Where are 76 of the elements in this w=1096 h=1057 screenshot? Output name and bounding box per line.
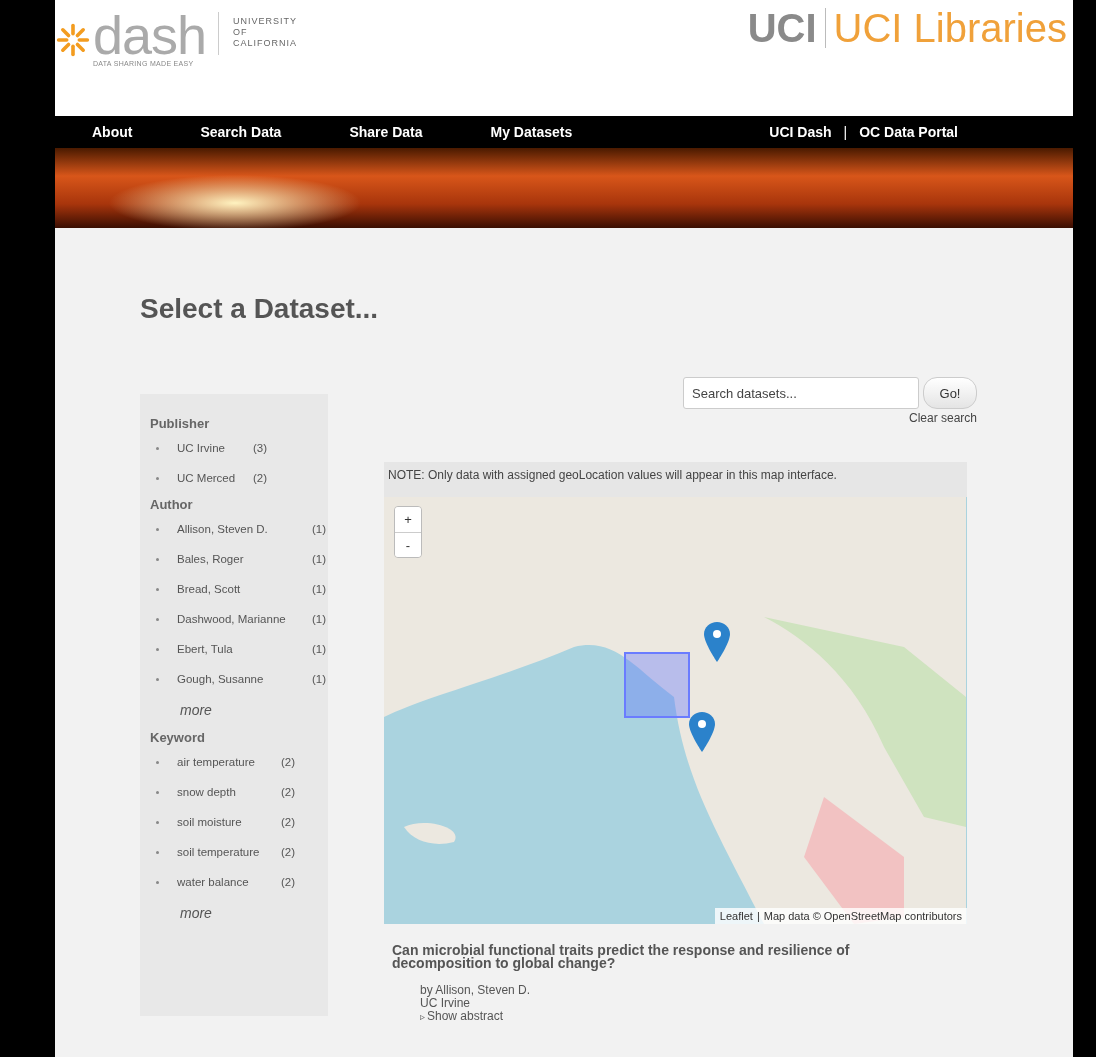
- dataset-title-link[interactable]: Can microbial functional traits predict the response and resilience of decomposition to global change?: [392, 944, 952, 970]
- facet-count: (1): [312, 673, 327, 685]
- bullet-icon: [156, 647, 159, 651]
- bullet-icon: [156, 446, 159, 450]
- facet-link[interactable]: snow depth: [177, 786, 281, 798]
- facet-count: (1): [312, 523, 327, 535]
- nav-link[interactable]: My Datasets: [490, 124, 573, 140]
- selection-rectangle: [624, 652, 690, 718]
- bullet-icon: [156, 617, 159, 621]
- bullet-icon: [156, 557, 159, 561]
- show-abstract-link[interactable]: Show abstract: [427, 1010, 504, 1023]
- facet-link[interactable]: Ebert, Tula: [177, 643, 312, 655]
- facet-count: (1): [312, 583, 327, 595]
- expand-arrow-icon: ▹: [420, 1010, 425, 1023]
- facet-link[interactable]: Bales, Roger: [177, 553, 312, 565]
- logo-wordmark: dash: [93, 10, 207, 60]
- facet-link[interactable]: soil moisture: [177, 816, 281, 828]
- dataset-author: by Allison, Steven D.: [420, 984, 532, 997]
- nav-link[interactable]: OC Data Portal: [859, 124, 958, 140]
- map-marker-icon[interactable]: [689, 712, 715, 752]
- bullet-icon: [156, 587, 159, 591]
- facet-link[interactable]: Dashwood, Marianne: [177, 613, 312, 625]
- facet-heading: Keyword: [150, 730, 206, 745]
- facet-link[interactable]: air temperature: [177, 756, 281, 768]
- facet-count: (1): [312, 553, 327, 565]
- facet-count: (2): [281, 786, 296, 798]
- bullet-icon: [156, 760, 159, 764]
- leaflet-link[interactable]: Leaflet: [719, 910, 753, 922]
- clear-search-link[interactable]: Clear search: [908, 411, 977, 425]
- attribution-separator: |: [756, 910, 760, 922]
- map-note: NOTE: Only data with assigned geoLocation values will appear in this map interface.: [384, 462, 967, 497]
- facet-link[interactable]: Allison, Steven D.: [177, 523, 312, 535]
- facet-link[interactable]: soil temperature: [177, 846, 281, 858]
- university-label: CALIFORNIA: [233, 38, 298, 49]
- nav-link[interactable]: About: [92, 124, 133, 140]
- facet-count: (2): [281, 816, 296, 828]
- zoom-out-button[interactable]: -: [395, 532, 421, 557]
- facet-count: (2): [281, 756, 296, 768]
- nav-link[interactable]: Share Data: [349, 124, 423, 140]
- uci-wordmark: UCI: [747, 8, 826, 48]
- bullet-icon: [156, 476, 159, 480]
- nav-link[interactable]: UCI Dash: [769, 124, 832, 140]
- facet-heading: Author: [150, 497, 194, 512]
- bullet-icon: [156, 820, 159, 824]
- page-title: Select a Dataset...: [140, 293, 380, 325]
- facet-count: (2): [281, 846, 296, 858]
- bullet-icon: [156, 850, 159, 854]
- nav-link[interactable]: Search Data: [200, 124, 282, 140]
- nav-separator: |: [843, 124, 848, 140]
- libraries-title: UCI Libraries: [832, 8, 1067, 48]
- map-attribution: Map data © OpenStreetMap contributors: [763, 910, 962, 922]
- bullet-icon: [156, 880, 159, 884]
- go-button[interactable]: Go!: [923, 377, 977, 409]
- search-field[interactable]: Search datasets...: [683, 377, 919, 409]
- bullet-icon: [156, 790, 159, 794]
- facet-count: (2): [281, 876, 296, 888]
- map-marker-icon[interactable]: [704, 622, 730, 662]
- university-label: UNIVERSITY: [233, 16, 298, 27]
- sunburst-logo-icon: [55, 22, 91, 58]
- more-link[interactable]: more: [150, 694, 328, 726]
- facet-count: (1): [312, 613, 327, 625]
- university-label: OF: [233, 27, 249, 38]
- dataset-publisher: UC Irvine: [420, 997, 471, 1010]
- facet-link[interactable]: Gough, Susanne: [177, 673, 312, 685]
- facet-link[interactable]: UC Irvine: [177, 442, 253, 454]
- facet-count: (2): [253, 472, 268, 484]
- facet-link[interactable]: water balance: [177, 876, 281, 888]
- more-link[interactable]: more: [150, 897, 328, 929]
- facet-link[interactable]: UC Merced: [177, 472, 253, 484]
- bullet-icon: [156, 677, 159, 681]
- facet-heading: Publisher: [150, 416, 211, 431]
- facet-count: (3): [253, 442, 268, 454]
- bullet-icon: [156, 527, 159, 531]
- facet-link[interactable]: Bread, Scott: [177, 583, 312, 595]
- facet-count: (1): [312, 643, 327, 655]
- zoom-in-button[interactable]: +: [395, 507, 421, 532]
